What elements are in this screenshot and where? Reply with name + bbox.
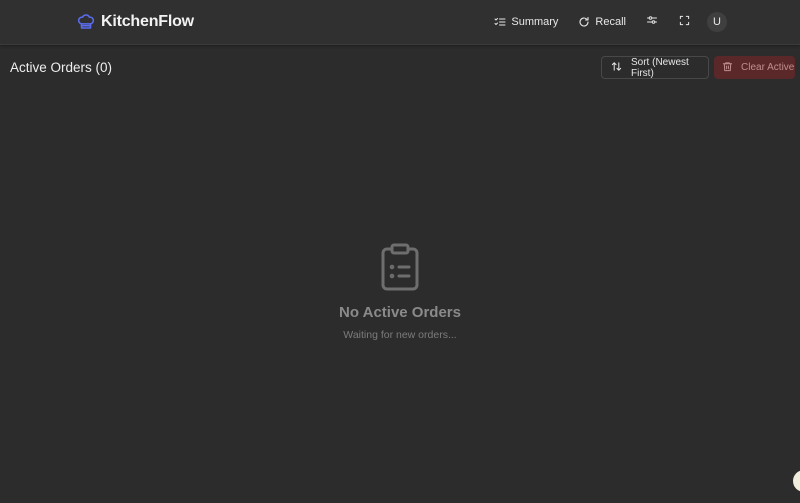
clipboard-list-icon (380, 243, 420, 296)
chef-hat-icon (77, 13, 95, 31)
app-name: KitchenFlow (101, 13, 194, 30)
list-check-icon (494, 16, 506, 28)
trash-icon (722, 61, 733, 75)
empty-state-subtitle: Waiting for new orders... (343, 329, 457, 341)
empty-state: No Active Orders Waiting for new orders.… (0, 243, 800, 341)
sort-button[interactable]: Sort (Newest First) (601, 56, 709, 79)
sort-arrows-icon (611, 61, 622, 75)
clear-active-label: Clear Active (741, 62, 795, 73)
fullscreen-icon (679, 13, 690, 31)
summary-button[interactable]: Summary (488, 10, 564, 34)
active-orders-title: Active Orders (0) (10, 60, 113, 75)
top-nav: Summary Recall (480, 10, 728, 34)
recall-button[interactable]: Recall (572, 10, 632, 34)
rotate-icon (578, 16, 590, 28)
sliders-icon (646, 13, 658, 31)
floating-action-button[interactable] (793, 470, 800, 492)
top-bar: KitchenFlow Summary Recall U (0, 0, 800, 45)
sort-label: Sort (Newest First) (631, 56, 689, 79)
fullscreen-button[interactable] (672, 10, 696, 34)
brand[interactable]: KitchenFlow (77, 11, 194, 33)
clear-active-button[interactable]: Clear Active (714, 56, 795, 79)
user-avatar[interactable]: U (707, 12, 727, 32)
recall-label: Recall (595, 16, 626, 28)
orders-header: Active Orders (0) Sort (Newest First) Cl… (0, 56, 800, 80)
empty-state-title: No Active Orders (339, 304, 461, 321)
settings-sliders-button[interactable] (640, 10, 664, 34)
summary-label: Summary (511, 16, 559, 28)
